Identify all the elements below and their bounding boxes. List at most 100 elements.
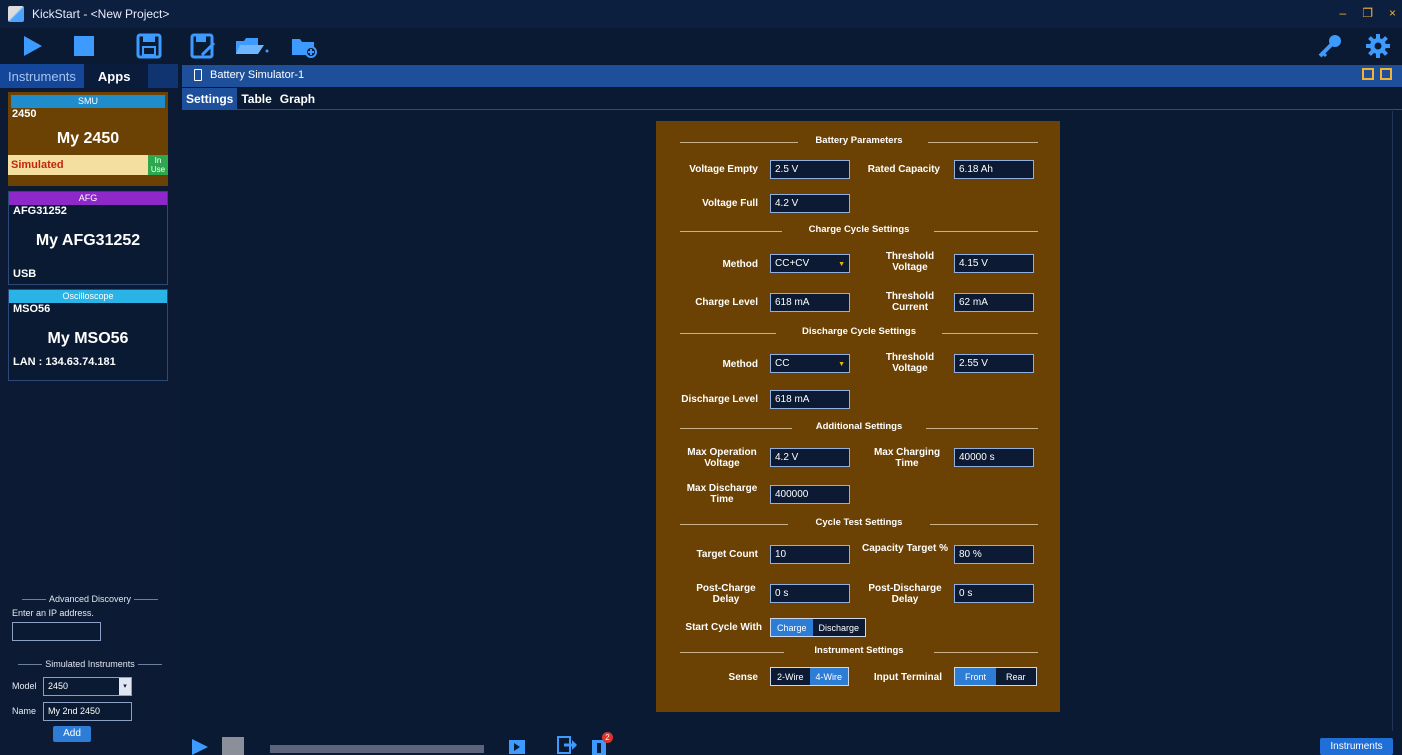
- instrument-type-label: Oscilloscope: [9, 290, 167, 303]
- name-label: Name: [12, 706, 37, 716]
- section-instrument: Instrument Settings: [680, 645, 1038, 659]
- terminal-front-option[interactable]: Front: [955, 668, 997, 685]
- max-discharge-time-label: Max Discharge Time: [686, 483, 758, 505]
- discharge-method-label: Method: [722, 359, 758, 370]
- post-charge-delay-field[interactable]: 0 s: [770, 584, 850, 603]
- discharge-level-label: Discharge Level: [681, 394, 758, 405]
- new-folder-icon[interactable]: [290, 32, 318, 60]
- start-charge-option[interactable]: Charge: [771, 619, 813, 636]
- instrument-name: My 2450: [56, 130, 120, 147]
- discharge-method-select[interactable]: CC ▼: [770, 354, 850, 373]
- discharge-level-field[interactable]: 618 mA: [770, 390, 850, 409]
- sense-toggle: 2-Wire 4-Wire: [770, 667, 849, 686]
- chevron-down-icon[interactable]: ▾: [119, 678, 131, 695]
- notifications-icon[interactable]: 2: [590, 732, 614, 755]
- stop-icon[interactable]: [72, 32, 96, 60]
- advanced-discovery-heading: Advanced Discovery: [8, 594, 172, 604]
- key-icon[interactable]: [1316, 32, 1344, 60]
- section-title: Charge Cycle Settings: [808, 224, 910, 235]
- target-count-label: Target Count: [696, 549, 758, 560]
- voltage-empty-field[interactable]: 2.5 V: [770, 160, 850, 179]
- restore-icon[interactable]: ❐: [1362, 6, 1373, 20]
- sense-4wire-option[interactable]: 4-Wire: [809, 668, 848, 685]
- instrument-card-smu[interactable]: SMU 2450 My 2450 Simulated In Use: [8, 92, 168, 186]
- tab-table[interactable]: Table: [237, 88, 275, 109]
- charge-level-label: Charge Level: [695, 297, 758, 308]
- voltage-full-field[interactable]: 4.2 V: [770, 194, 850, 213]
- popout-icon[interactable]: [1362, 68, 1374, 80]
- battery-settings-form: Battery Parameters Voltage Empty 2.5 V R…: [656, 121, 1060, 712]
- rated-capacity-field[interactable]: 6.18 Ah: [954, 160, 1034, 179]
- tab-graph[interactable]: Graph: [276, 88, 319, 109]
- section-title: Instrument Settings: [814, 645, 904, 656]
- input-terminal-toggle: Front Rear: [954, 667, 1037, 686]
- title-bar: KickStart - <New Project> – ❐ ×: [0, 0, 1402, 28]
- start-cycle-toggle: Charge Discharge: [770, 618, 867, 637]
- discharge-threshold-voltage-field[interactable]: 2.55 V: [954, 354, 1034, 373]
- ip-hint-label: Enter an IP address.: [12, 608, 94, 618]
- add-button[interactable]: Add: [53, 726, 91, 742]
- instrument-card-afg[interactable]: AFG AFG31252 My AFG31252 USB: [8, 191, 168, 285]
- tab-settings[interactable]: Settings: [182, 88, 238, 109]
- threshold-current-field[interactable]: 62 mA: [954, 293, 1034, 312]
- post-discharge-delay-label: Post-Discharge Delay: [868, 583, 942, 605]
- maximize-icon[interactable]: [1380, 68, 1392, 80]
- capacity-target-field[interactable]: 80 %: [954, 545, 1034, 564]
- section-charge-cycle: Charge Cycle Settings: [680, 224, 1038, 238]
- app-window: KickStart - <New Project> – ❐ × Instrume…: [0, 0, 1402, 755]
- minimize-icon[interactable]: –: [1340, 6, 1347, 20]
- section-title: Battery Parameters: [815, 135, 903, 146]
- save-icon[interactable]: [136, 32, 162, 60]
- max-operation-voltage-field[interactable]: 4.2 V: [770, 448, 850, 467]
- charge-threshold-voltage-field[interactable]: 4.15 V: [954, 254, 1034, 273]
- chevron-down-icon[interactable]: ▼: [838, 259, 845, 271]
- terminal-rear-option[interactable]: Rear: [996, 668, 1036, 685]
- capacity-target-label: Capacity Target %: [862, 543, 948, 554]
- max-discharge-time-field[interactable]: 400000: [770, 485, 850, 504]
- instrument-model: 2450: [12, 108, 37, 120]
- run-icon[interactable]: [22, 32, 44, 60]
- discharge-method-value: CC: [775, 358, 790, 369]
- charge-method-select[interactable]: CC+CV ▼: [770, 254, 850, 273]
- window-title: KickStart - <New Project>: [32, 7, 170, 21]
- sense-2wire-option[interactable]: 2-Wire: [771, 668, 810, 685]
- in-use-badge: In Use: [148, 155, 168, 175]
- instrument-card-oscilloscope[interactable]: Oscilloscope MSO56 My MSO56 LAN : 134.63…: [8, 289, 168, 381]
- battery-icon: [194, 69, 202, 81]
- name-input[interactable]: My 2nd 2450: [43, 702, 132, 721]
- export-icon[interactable]: [556, 735, 578, 755]
- save-as-icon[interactable]: [190, 32, 216, 60]
- settings-gear-icon[interactable]: [1364, 32, 1392, 60]
- left-tabs: Instruments Apps: [0, 64, 178, 88]
- charge-method-label: Method: [722, 259, 758, 270]
- instruments-button[interactable]: Instruments: [1320, 738, 1393, 755]
- input-terminal-label: Input Terminal: [873, 672, 942, 683]
- instrument-name: My MSO56: [47, 330, 129, 347]
- start-discharge-option[interactable]: Discharge: [813, 619, 866, 636]
- tab-apps[interactable]: Apps: [83, 64, 149, 88]
- start-cycle-with-label: Start Cycle With: [685, 622, 762, 633]
- notification-count-badge: 2: [602, 732, 613, 743]
- section-battery-parameters: Battery Parameters: [680, 135, 1038, 149]
- discharge-threshold-voltage-label: Threshold Voltage: [885, 352, 935, 374]
- tab-instruments[interactable]: Instruments: [0, 64, 84, 88]
- output-icon[interactable]: [508, 739, 526, 755]
- threshold-current-label: Threshold Current: [885, 291, 935, 313]
- chevron-down-icon[interactable]: ▼: [838, 359, 845, 371]
- post-discharge-delay-field[interactable]: 0 s: [954, 584, 1034, 603]
- model-select[interactable]: 2450 ▾: [43, 677, 132, 696]
- instrument-name: My AFG31252: [35, 232, 141, 249]
- close-icon[interactable]: ×: [1389, 6, 1396, 20]
- document-tabs: Settings Table Graph: [182, 88, 1402, 110]
- target-count-field[interactable]: 10: [770, 545, 850, 564]
- section-additional: Additional Settings: [680, 421, 1038, 435]
- run-test-icon[interactable]: [190, 737, 210, 755]
- vertical-scrollbar[interactable]: [1392, 111, 1400, 731]
- open-folder-icon[interactable]: [234, 32, 270, 60]
- instrument-model: AFG31252: [13, 205, 67, 217]
- sense-label: Sense: [728, 672, 758, 683]
- stop-test-icon[interactable]: [222, 737, 244, 755]
- max-charging-time-field[interactable]: 40000 s: [954, 448, 1034, 467]
- charge-level-field[interactable]: 618 mA: [770, 293, 850, 312]
- ip-address-input[interactable]: [12, 622, 101, 641]
